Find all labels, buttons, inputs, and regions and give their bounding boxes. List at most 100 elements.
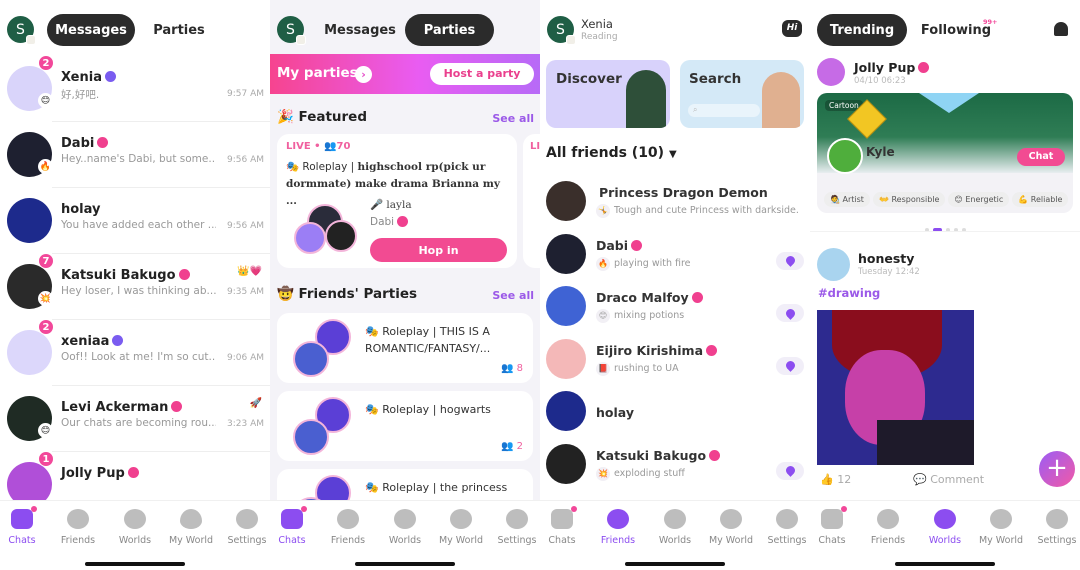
post-author[interactable]: honesty bbox=[858, 251, 914, 266]
tab-my-world[interactable]: My World bbox=[974, 509, 1028, 546]
relationship-tags: 🚀 bbox=[249, 398, 262, 409]
tab-settings[interactable]: Settings bbox=[1030, 509, 1080, 546]
my-parties-banner: My parties › Host a party bbox=[270, 54, 540, 94]
tab-worlds[interactable]: Worlds bbox=[378, 509, 432, 546]
compass-icon bbox=[394, 509, 416, 529]
friends-icon bbox=[877, 509, 899, 529]
location-pin-icon bbox=[783, 464, 797, 477]
friend-status: 🤸 Tough and cute Princess with darkside. bbox=[596, 204, 799, 218]
post-drawing-image[interactable] bbox=[817, 310, 974, 465]
friend-row[interactable]: Princess Dragon Demon 🤸 Tough and cute Pri… bbox=[540, 177, 810, 229]
tab-friends[interactable]: Friends bbox=[51, 509, 105, 546]
friend-party-card[interactable]: 🎭 Roleplay | hogwarts 👥 2 bbox=[277, 391, 533, 461]
next-featured-card[interactable]: LI bbox=[523, 134, 540, 268]
chat-row[interactable]: 2 😊 Xenia 好,好吧. 9:57 AM bbox=[0, 55, 270, 122]
self-avatar[interactable]: S bbox=[547, 16, 576, 45]
tab-settings[interactable]: Settings bbox=[490, 509, 540, 546]
location-button[interactable] bbox=[776, 251, 804, 270]
character-card[interactable]: Cartoon Kyle Chat 🧑‍🎨 Artist 👐 Responsibl… bbox=[817, 93, 1073, 213]
location-button[interactable] bbox=[776, 461, 804, 480]
self-avatar[interactable]: S bbox=[7, 16, 36, 45]
party-title: 🎭 Roleplay | THIS IS A ROMANTIC/FANTASY/… bbox=[365, 325, 491, 355]
hop-in-button[interactable]: Hop in bbox=[370, 238, 507, 262]
tab-chats[interactable]: Chats bbox=[540, 506, 589, 546]
tab-messages[interactable]: Messages bbox=[47, 14, 135, 46]
hashtag-link[interactable]: #drawing bbox=[818, 286, 880, 300]
trait-chip: 💪 Reliable bbox=[1012, 192, 1069, 207]
tab-worlds[interactable]: Worlds bbox=[918, 509, 972, 546]
chat-row[interactable]: 🔥 Dabi Hey..name's Dabi, but some... 9:56 A… bbox=[0, 122, 270, 188]
user-settings-icon bbox=[776, 509, 798, 529]
friend-party-card[interactable]: 🎭 Roleplay | THIS IS A ROMANTIC/FANTASY/… bbox=[277, 313, 533, 383]
search-card[interactable]: Search ⌕ bbox=[680, 60, 804, 128]
tab-chats[interactable]: Chats bbox=[270, 506, 319, 546]
people-icon: 👥 bbox=[500, 441, 514, 452]
friends-filter-dropdown[interactable]: All friends (10) ▼ bbox=[546, 145, 677, 161]
friend-row[interactable]: holay bbox=[540, 387, 810, 439]
post-author[interactable]: Jolly Pup bbox=[854, 60, 930, 75]
status-mini-icon bbox=[26, 35, 36, 45]
friends-screen: S Xenia Reading Hi Discover Search ⌕ All… bbox=[540, 0, 810, 570]
comment-button[interactable]: 💬 Comment bbox=[913, 473, 984, 486]
verified-badge-icon bbox=[631, 239, 643, 251]
chat-row[interactable]: 2 xeniaa Oof!! Look at me! I'm so cut... 9:… bbox=[0, 319, 270, 386]
tab-friends[interactable]: Friends bbox=[591, 509, 645, 546]
like-button[interactable]: 👍 12 bbox=[820, 473, 851, 486]
host-party-button[interactable]: Host a party bbox=[430, 63, 534, 85]
friends-parties-see-all-link[interactable]: See all bbox=[492, 289, 534, 302]
last-message: Hey..name's Dabi, but some... bbox=[61, 153, 216, 165]
tab-my-world[interactable]: My World bbox=[164, 509, 218, 546]
author-avatar[interactable] bbox=[817, 248, 850, 281]
tab-parties[interactable]: Parties bbox=[405, 14, 494, 46]
bell-icon[interactable] bbox=[1054, 22, 1068, 36]
featured-party-card[interactable]: LIVE • 👥70 🎭 Roleplay | highschool rp(pi… bbox=[277, 134, 517, 268]
comment-icon: 💬 bbox=[913, 473, 927, 486]
contact-name: Xenia bbox=[61, 70, 116, 85]
tab-friends[interactable]: Friends bbox=[321, 509, 375, 546]
parties-screen: S Messages Parties My parties › Host a p… bbox=[270, 0, 540, 570]
discover-card[interactable]: Discover bbox=[546, 60, 670, 128]
location-button[interactable] bbox=[776, 356, 804, 375]
status-emoji-icon: 😊 bbox=[38, 423, 53, 438]
verified-badge-icon bbox=[112, 335, 124, 346]
hi-wave-button[interactable]: Hi bbox=[782, 20, 802, 37]
tab-worlds[interactable]: Worlds bbox=[108, 509, 162, 546]
tab-worlds[interactable]: Worlds bbox=[648, 509, 702, 546]
trait-chip: 😊 Energetic bbox=[948, 192, 1010, 207]
tab-chats[interactable]: Chats bbox=[0, 506, 49, 546]
tab-my-world[interactable]: My World bbox=[434, 509, 488, 546]
location-pin-icon bbox=[783, 359, 797, 372]
tab-settings[interactable]: Settings bbox=[220, 509, 270, 546]
my-parties-link[interactable]: My parties bbox=[277, 65, 358, 81]
chat-button[interactable]: Chat bbox=[1017, 148, 1065, 166]
tab-bar: Chats Friends Worlds My World Settings bbox=[810, 500, 1080, 570]
friend-row[interactable]: Eijiro Kirishima 📕 rushing to UA bbox=[540, 335, 810, 387]
tab-messages[interactable]: Messages bbox=[322, 14, 398, 46]
featured-see-all-link[interactable]: See all bbox=[492, 112, 534, 125]
friend-row[interactable]: Katsuki Bakugo 💥 exploding stuff bbox=[540, 440, 810, 492]
author-avatar[interactable] bbox=[817, 58, 845, 86]
create-post-button[interactable]: + bbox=[1039, 451, 1075, 487]
verified-badge-icon bbox=[706, 344, 718, 356]
friend-row[interactable]: Dabi 🔥 playing with fire bbox=[540, 230, 810, 282]
last-message: You have added each other ... bbox=[61, 219, 216, 231]
chat-row[interactable]: holay You have added each other ... 9:56 A… bbox=[0, 188, 270, 254]
chat-row[interactable]: 7 💥 Katsuki Bakugo Hey loser, I was thinkin… bbox=[0, 253, 270, 320]
featured-heading: 🎉 Featured bbox=[277, 109, 367, 125]
tab-friends[interactable]: Friends bbox=[861, 509, 915, 546]
chat-row[interactable]: 😊 Levi Ackerman Our chats are becoming rou… bbox=[0, 386, 270, 452]
character-avatar bbox=[827, 138, 863, 174]
tab-chats[interactable]: Chats bbox=[810, 506, 859, 546]
location-button[interactable] bbox=[776, 304, 804, 322]
theater-icon: 🎭 bbox=[365, 325, 379, 338]
tab-trending[interactable]: Trending bbox=[817, 14, 907, 46]
search-input[interactable]: ⌕ bbox=[688, 104, 760, 117]
tab-parties[interactable]: Parties bbox=[143, 14, 215, 46]
friend-row[interactable]: Draco Malfoy 😊 mixing potions bbox=[540, 282, 810, 334]
heart-world-icon bbox=[990, 509, 1012, 529]
self-avatar[interactable]: S bbox=[277, 16, 306, 45]
participant-avatar bbox=[293, 419, 329, 455]
tab-settings[interactable]: Settings bbox=[760, 509, 810, 546]
chevron-right-icon[interactable]: › bbox=[355, 66, 372, 83]
tab-my-world[interactable]: My World bbox=[704, 509, 758, 546]
